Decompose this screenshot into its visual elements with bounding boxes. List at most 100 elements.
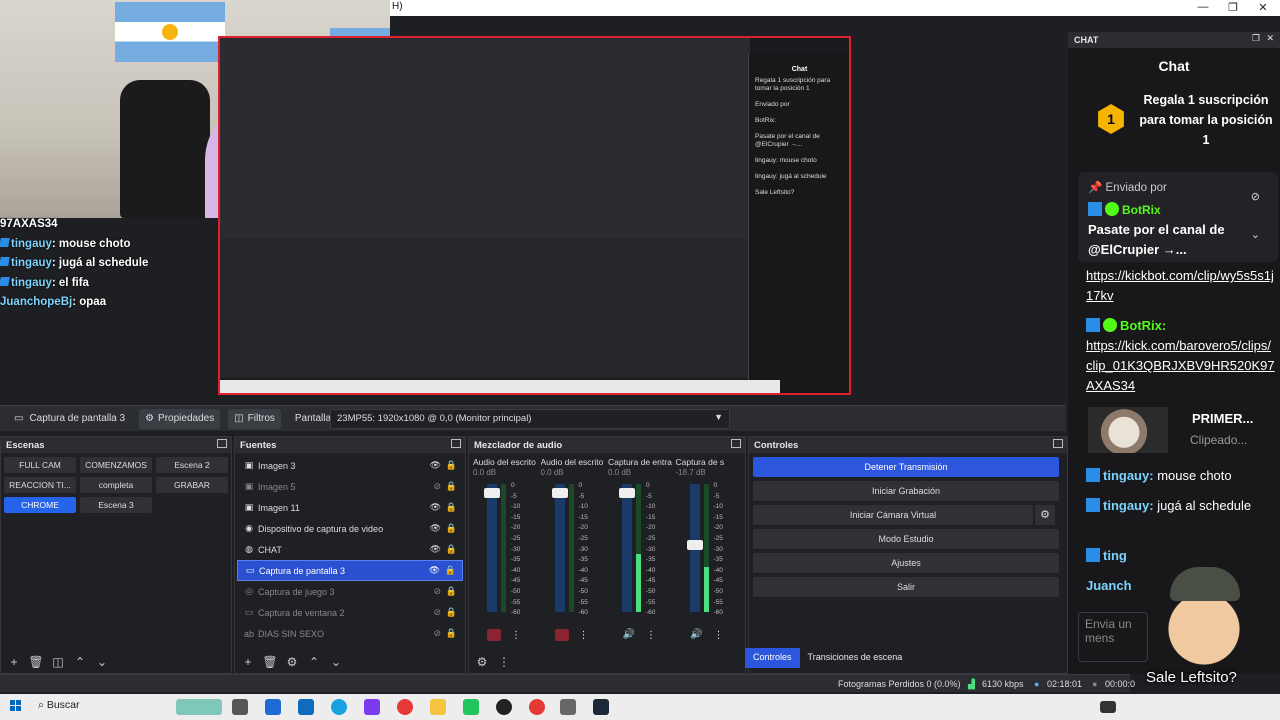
visibility-icon[interactable]: ⊘: [433, 481, 441, 492]
tab-scene-transitions[interactable]: Transiciones de escena: [800, 648, 911, 668]
add-icon[interactable]: +: [5, 655, 23, 669]
volume-slider[interactable]: [487, 484, 497, 612]
volume-knob[interactable]: [551, 487, 568, 498]
undock-icon[interactable]: [451, 439, 461, 448]
volume-slider[interactable]: [554, 484, 565, 612]
gear-icon[interactable]: ⚙: [473, 655, 491, 669]
restore-button[interactable]: ❐: [1226, 1, 1240, 14]
chrome-icon[interactable]: [529, 699, 545, 715]
volume-slider[interactable]: [622, 484, 632, 612]
visibility-icon[interactable]: 👁: [430, 502, 441, 513]
start-recording-button[interactable]: Iniciar Grabación: [753, 481, 1059, 501]
muted-speaker-icon[interactable]: [554, 629, 569, 641]
folder-icon[interactable]: [430, 699, 446, 715]
clip-card[interactable]: PRIMER... Clipeado...: [1088, 407, 1278, 457]
lock-icon[interactable]: 🔒: [446, 502, 457, 513]
store-icon[interactable]: [265, 699, 281, 715]
scene-button[interactable]: FULL CAM: [4, 457, 76, 473]
outlook-icon[interactable]: [298, 699, 314, 715]
trash-icon[interactable]: 🗑: [261, 655, 279, 669]
scene-button[interactable]: REACCION TI...: [4, 477, 76, 493]
lock-icon[interactable]: 🔒: [446, 544, 457, 555]
scene-button[interactable]: COMENZAMOS: [80, 457, 152, 473]
visibility-icon[interactable]: ⊘: [433, 628, 441, 639]
settings-icon[interactable]: [560, 699, 576, 715]
start-virtual-camera-button[interactable]: Iniciar Cámara Virtual ⚙: [753, 505, 1055, 525]
obs-icon[interactable]: [496, 699, 512, 715]
source-row[interactable]: ▣ Imagen 3 👁 🔒: [237, 455, 463, 476]
more-icon[interactable]: ⋮: [579, 630, 589, 641]
more-icon[interactable]: ⋮: [646, 630, 656, 641]
visibility-icon[interactable]: ⊘: [433, 586, 441, 597]
scene-button[interactable]: CHROME: [4, 497, 76, 513]
source-row[interactable]: ▣ Imagen 11 👁 🔒: [237, 497, 463, 518]
add-icon[interactable]: +: [239, 655, 257, 669]
chevron-down-icon[interactable]: ⌄: [1251, 228, 1260, 241]
hide-icon[interactable]: ⊘: [1251, 190, 1260, 203]
app-icon[interactable]: [364, 699, 380, 715]
lock-icon[interactable]: 🔒: [446, 523, 457, 534]
trash-icon[interactable]: 🗑: [27, 655, 45, 669]
volume-knob[interactable]: [619, 487, 635, 498]
gear-icon[interactable]: ⚙: [283, 655, 301, 669]
volume-knob[interactable]: [484, 487, 500, 498]
chrome-icon[interactable]: [397, 699, 413, 715]
chevron-up-icon[interactable]: ⌃: [305, 655, 323, 669]
keyboard-icon[interactable]: [1100, 701, 1116, 713]
scene-button[interactable]: Escena 3: [80, 497, 152, 513]
menu-help[interactable]: H): [392, 1, 403, 12]
app-icon[interactable]: [463, 699, 479, 715]
taskbar-search[interactable]: ⌕ Buscar: [38, 699, 80, 712]
chat-link-2[interactable]: https://kick.com/barovero5/clips/clip_01…: [1086, 338, 1275, 393]
pinned-message[interactable]: 📌 Enviado por BotRix Pasate por el canal…: [1078, 172, 1278, 262]
minimize-button[interactable]: —: [1196, 1, 1210, 13]
lock-icon[interactable]: 🔒: [446, 628, 457, 639]
visibility-icon[interactable]: 👁: [430, 544, 441, 555]
undock-icon[interactable]: ❐: [1252, 33, 1260, 44]
chevron-down-icon[interactable]: ⌄: [93, 655, 111, 669]
chevron-down-icon[interactable]: ⌄: [327, 655, 345, 669]
visibility-icon[interactable]: 👁: [430, 460, 441, 471]
undock-icon[interactable]: [1053, 439, 1063, 448]
speaker-icon[interactable]: 🔊: [690, 629, 704, 641]
visibility-icon[interactable]: ⊘: [433, 607, 441, 618]
chevron-up-icon[interactable]: ⌃: [71, 655, 89, 669]
lock-icon[interactable]: 🔒: [446, 481, 457, 492]
steam-icon[interactable]: [593, 699, 609, 715]
more-icon[interactable]: ⋮: [714, 630, 724, 641]
close-button[interactable]: ✕: [1256, 1, 1270, 14]
display-select[interactable]: 23MP55: 1920x1080 @ 0,0 (Monitor princip…: [330, 409, 730, 429]
stop-stream-button[interactable]: Detener Transmisión: [753, 457, 1059, 477]
filter-icon[interactable]: ◫: [49, 655, 67, 669]
visibility-icon[interactable]: 👁: [429, 565, 440, 576]
source-row[interactable]: ▭ Captura de ventana 2 ⊘ 🔒: [237, 602, 463, 623]
source-row[interactable]: ◉ Dispositivo de captura de video 👁 🔒: [237, 518, 463, 539]
program-preview[interactable]: Chat Regala 1 suscripción para tomar la …: [218, 36, 851, 395]
undock-icon[interactable]: [731, 439, 741, 448]
speaker-icon[interactable]: 🔊: [622, 629, 636, 641]
lock-icon[interactable]: 🔒: [446, 460, 457, 471]
lock-icon[interactable]: 🔒: [446, 607, 457, 618]
edge-icon[interactable]: [331, 699, 347, 715]
weather-widget-icon[interactable]: [176, 699, 222, 715]
more-icon[interactable]: ⋮: [511, 630, 521, 641]
properties-button[interactable]: ⚙ Propiedades: [139, 408, 221, 429]
source-row[interactable]: ▣ Imagen 5 ⊘ 🔒: [237, 476, 463, 497]
tab-controls[interactable]: Controles: [745, 648, 800, 668]
scene-button[interactable]: GRABAR: [156, 477, 228, 493]
source-row[interactable]: ▭ Captura de pantalla 3 👁 🔒: [237, 560, 463, 581]
lock-icon[interactable]: 🔒: [445, 565, 456, 576]
volume-knob[interactable]: [686, 540, 703, 551]
visibility-icon[interactable]: 👁: [430, 523, 441, 534]
muted-speaker-icon[interactable]: [487, 629, 501, 641]
lock-icon[interactable]: 🔒: [446, 586, 457, 597]
source-row[interactable]: ab DIAS SIN SEXO ⊘ 🔒: [237, 623, 463, 644]
source-row[interactable]: ◎ Captura de juego 3 ⊘ 🔒: [237, 581, 463, 602]
close-icon[interactable]: ✕: [1266, 33, 1274, 44]
scene-button[interactable]: Escena 2: [156, 457, 228, 473]
settings-button[interactable]: Ajustes: [753, 553, 1059, 573]
undock-icon[interactable]: [217, 439, 227, 448]
exit-button[interactable]: Salir: [753, 577, 1059, 597]
windows-start-icon[interactable]: [10, 700, 22, 712]
more-icon[interactable]: ⋮: [495, 655, 513, 669]
